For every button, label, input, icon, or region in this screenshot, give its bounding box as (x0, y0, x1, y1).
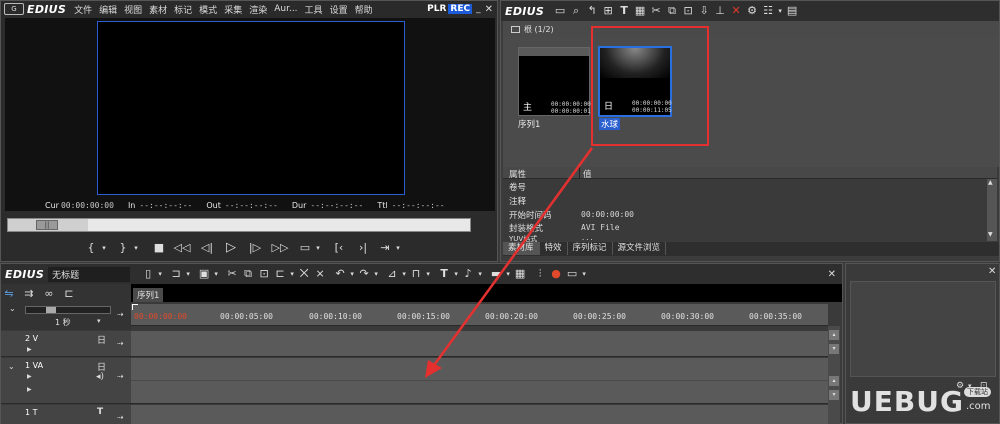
annotation-arrow (425, 147, 594, 378)
annotation-arrow-line (430, 147, 594, 369)
annotation-arrow-head (425, 360, 442, 378)
